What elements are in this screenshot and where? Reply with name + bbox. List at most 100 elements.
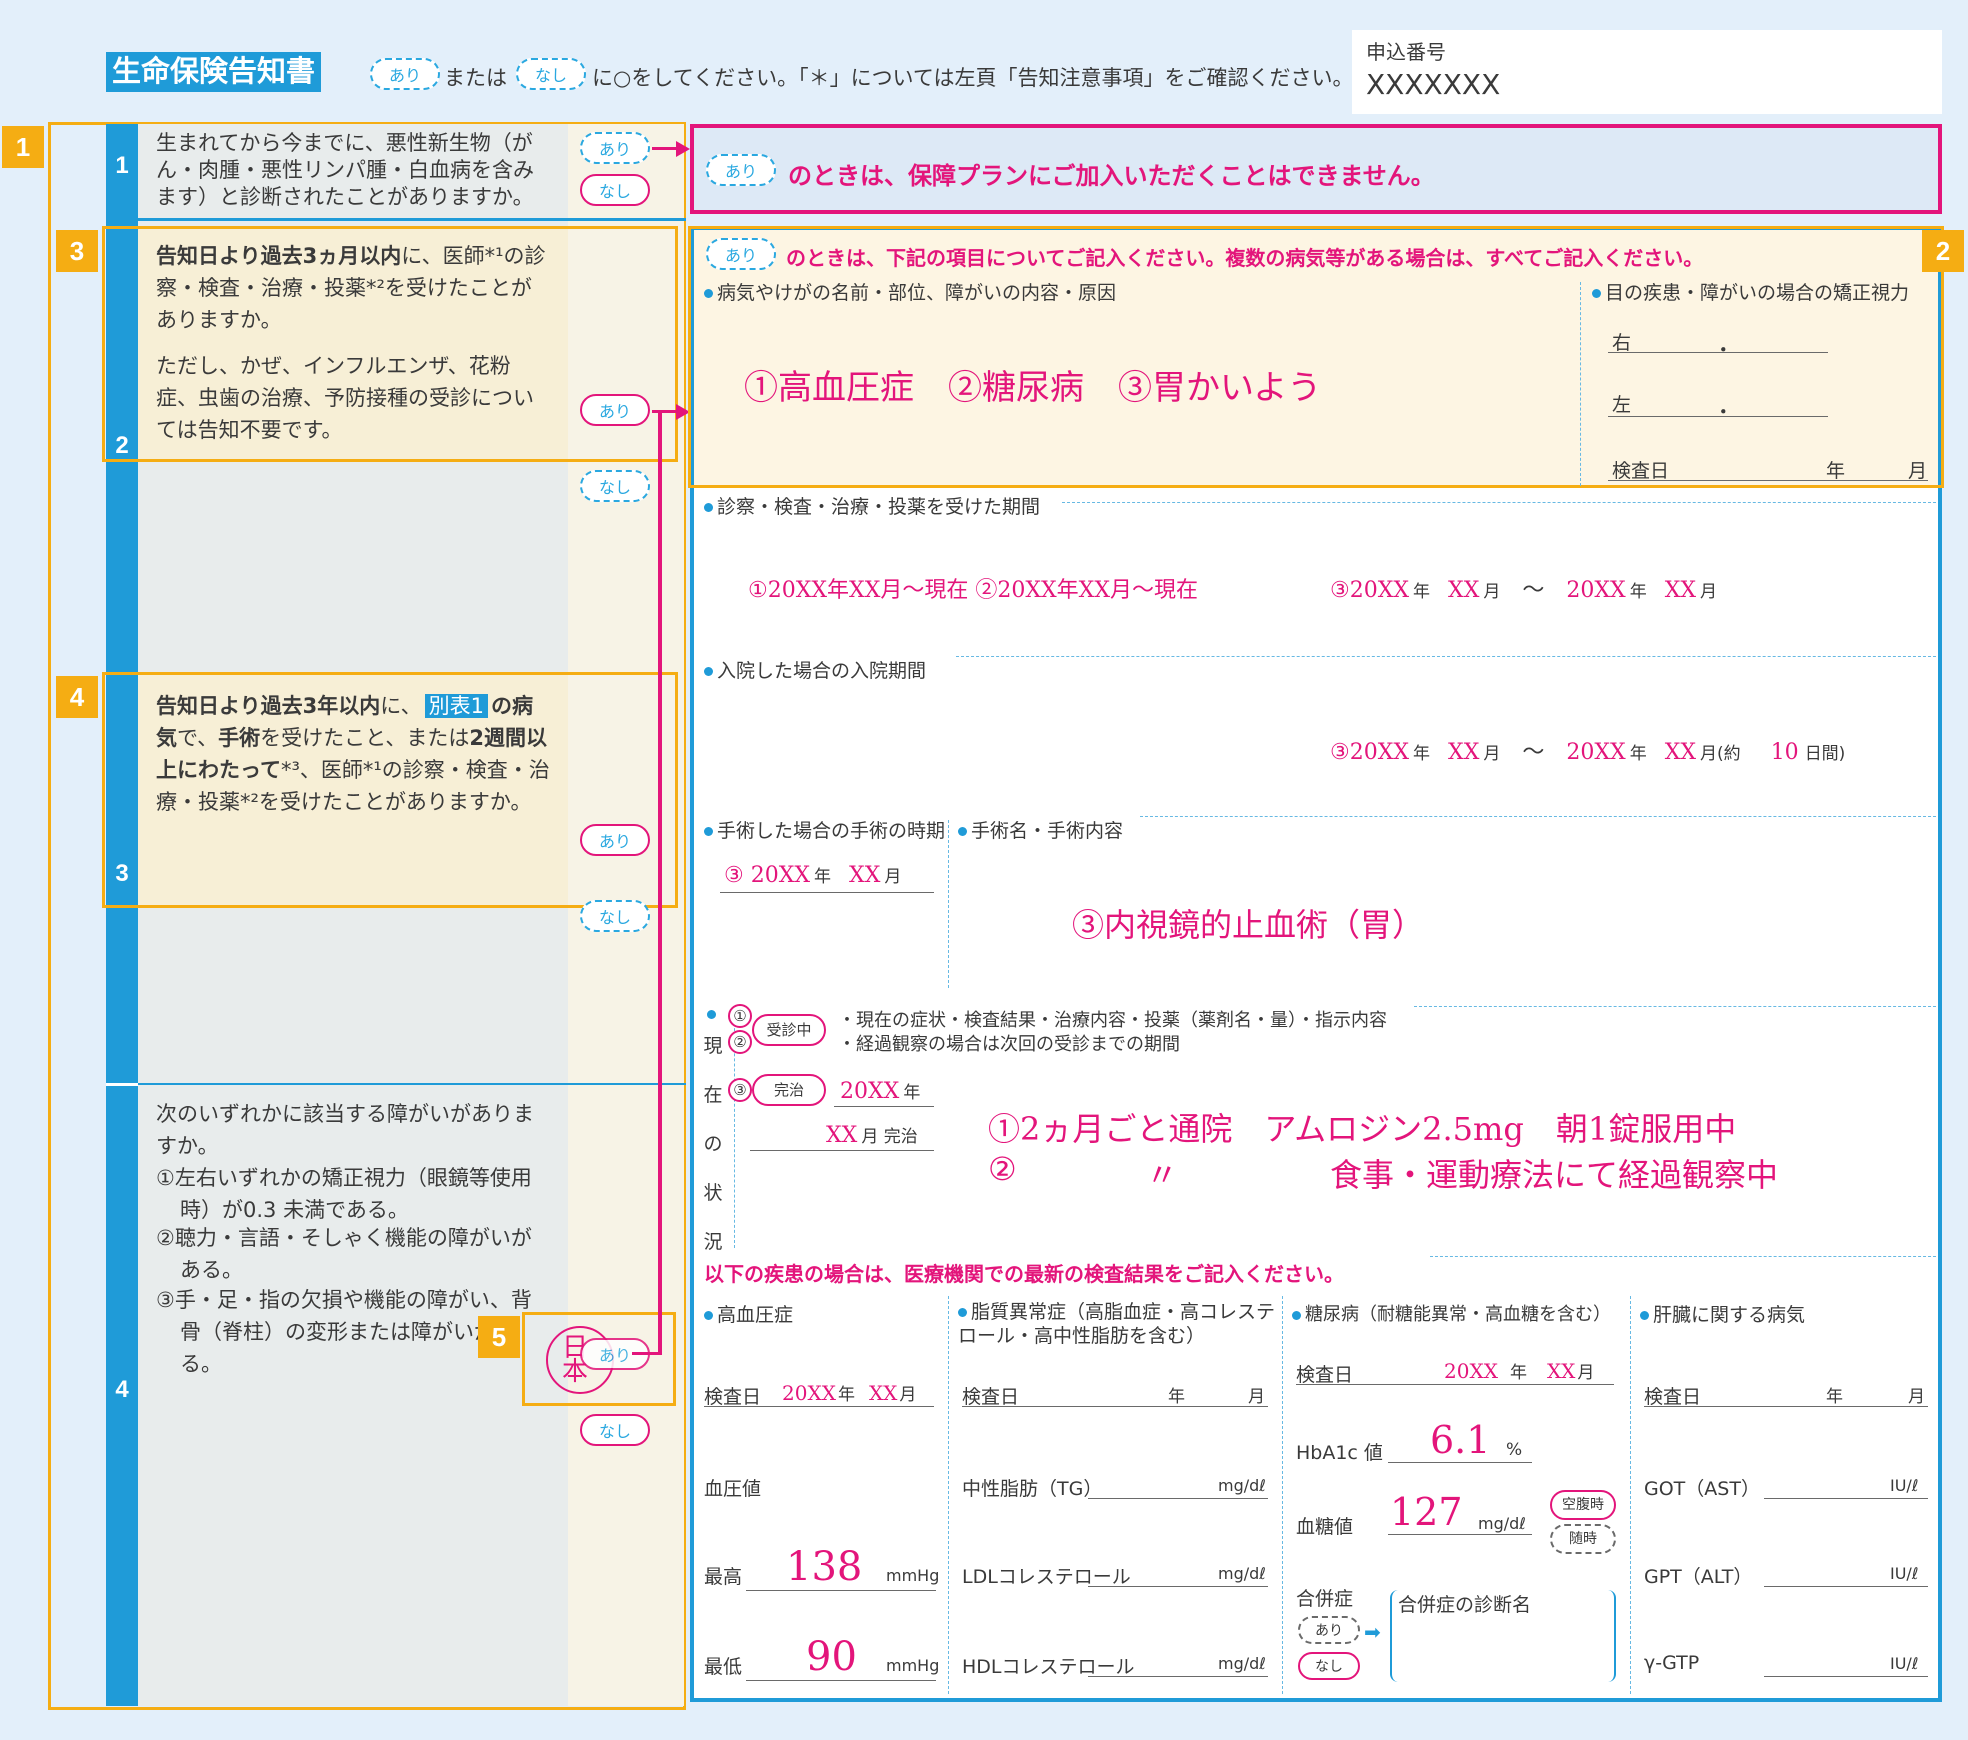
surgery-when-value[interactable]: ③ 20XX 年 XX 月: [724, 862, 901, 888]
period-3-end-month: XX: [1664, 578, 1697, 603]
question-4-line: ②聴力・言語・そしゃく機能の障がいがある。: [156, 1226, 532, 1282]
current-vertical-label: 現 在 の 状 況: [702, 1022, 724, 1267]
vision-exam-date-field[interactable]: [1608, 480, 1928, 481]
dm-exam-value[interactable]: 20XX 年 XX 月: [1444, 1358, 1594, 1383]
badge-1: 1: [2, 126, 44, 168]
arrow-line: [652, 147, 678, 150]
surgery-when-field: [720, 892, 934, 893]
year-label: 年: [1826, 1387, 1843, 1407]
legend-ari-pill: あり: [370, 58, 440, 90]
lipid-exam-field[interactable]: [962, 1406, 1268, 1407]
divider: [948, 1296, 949, 1694]
got-label: GOT（AST）: [1644, 1478, 1760, 1500]
fasting-option[interactable]: 空腹時: [1550, 1490, 1616, 1520]
badge-3: 3: [56, 230, 98, 272]
current-detail-2-text[interactable]: 食事・運動療法にて経過観察中: [1330, 1150, 1778, 1196]
period-value-1-2[interactable]: ①20XX年XX月～現在 ②20XX年XX月～現在: [748, 572, 1198, 604]
hbp-exam-value[interactable]: 20XX 年 XX 月: [782, 1380, 916, 1405]
r1-message: のときは、保障プランにご加入いただくことはできません。: [788, 162, 1435, 190]
iul-unit: IU/ℓ: [1890, 1654, 1919, 1673]
current-note-1: ・現在の症状・検査結果・治療内容・投薬（薬剤名・量）・指示内容: [838, 1010, 1387, 1031]
year-label: 年: [1413, 582, 1431, 602]
ldl-field[interactable]: [1088, 1586, 1268, 1587]
year-label: 年: [1629, 744, 1647, 764]
cured-option[interactable]: 完治: [752, 1074, 826, 1106]
glucose-value[interactable]: 127: [1390, 1490, 1463, 1534]
disease-label-text: 病気やけがの名前・部位、障がいの内容・原因: [717, 282, 1117, 304]
complication-nashi-option[interactable]: なし: [1298, 1652, 1360, 1680]
cured-year-value[interactable]: 20XX 年: [840, 1078, 920, 1104]
gpt-field[interactable]: [1764, 1586, 1928, 1587]
random-option[interactable]: 随時: [1550, 1524, 1616, 1554]
bp-low-value[interactable]: 90: [806, 1634, 857, 1680]
q3-nashi-option[interactable]: なし: [580, 900, 650, 932]
bp-high-field: [746, 1590, 936, 1591]
glucose-field: [1388, 1534, 1532, 1535]
liver-exam-field[interactable]: [1644, 1406, 1928, 1407]
hba1c-field: [1388, 1462, 1532, 1463]
current-detail-1[interactable]: ①2ヵ月ごと通院 アムロジン2.5mg 朝1錠服用中: [988, 1104, 1736, 1150]
tests-heading: 以下の疾患の場合は、医療機関での最新の検査結果をご記入ください。: [704, 1262, 1344, 1286]
surgery-name-value[interactable]: ③内視鏡的止血術（胃）: [1072, 900, 1424, 946]
application-number-value: XXXXXXX: [1366, 68, 1501, 101]
current-3-mark[interactable]: ③: [728, 1078, 752, 1102]
current-2-mark[interactable]: ②: [728, 1030, 752, 1054]
vision-right-field[interactable]: [1608, 352, 1828, 353]
question-number-2: 2: [115, 432, 129, 459]
hba1c-value[interactable]: 6.1: [1430, 1418, 1490, 1462]
badge-2: 2: [1922, 230, 1964, 272]
month-label: 月: [1908, 460, 1928, 482]
cured-year: 20XX: [840, 1079, 900, 1104]
hdl-field[interactable]: [1088, 1676, 1268, 1677]
bp-high-value[interactable]: 138: [786, 1544, 862, 1590]
bp-high-label: 最高: [704, 1566, 743, 1588]
dm-exam-field: [1296, 1384, 1614, 1385]
month-label: 月: [1483, 744, 1501, 764]
q1-ari-option[interactable]: あり: [580, 132, 650, 164]
current-detail-2-ditto: 〃: [1146, 1156, 1179, 1194]
surgery-name-label-text: 手術名・手術内容: [971, 820, 1124, 842]
mgdl-unit: mg/dℓ: [1218, 1476, 1266, 1495]
year-label: 年: [1413, 744, 1431, 764]
got-field[interactable]: [1764, 1498, 1928, 1499]
liver-label-text: 肝臓に関する病気: [1653, 1304, 1806, 1326]
cured-month-value[interactable]: XX 月 完治: [826, 1122, 918, 1148]
divider: [106, 1083, 138, 1086]
arrow-line: [658, 410, 662, 1354]
current-dot: [707, 1010, 716, 1019]
current-1-mark[interactable]: ①: [728, 1004, 752, 1028]
complication-ari-option[interactable]: あり: [1298, 1616, 1360, 1644]
q3-ari-option[interactable]: あり: [580, 824, 650, 856]
bp-low-field: [746, 1680, 936, 1681]
period-value-3[interactable]: ③20XX 年 XX 月～ 20XX 年 XX 月: [1330, 572, 1717, 604]
liver-exam-label: 検査日: [1644, 1386, 1702, 1408]
hospitalization-value[interactable]: ③20XX 年 XX 月～ 20XX 年 XX 月(約 10 日間): [1330, 734, 1845, 766]
q4-nashi-option[interactable]: なし: [580, 1414, 650, 1446]
surgery-name-label: 手術名・手術内容: [958, 816, 1123, 843]
bp-low-label: 最低: [704, 1656, 743, 1678]
current-char: の: [703, 1133, 723, 1155]
mgdl-unit: mg/dℓ: [1218, 1564, 1266, 1583]
vision-left-field[interactable]: [1608, 416, 1828, 417]
liver-label: 肝臓に関する病気: [1640, 1300, 1805, 1327]
days-label: 日間): [1804, 744, 1846, 764]
q1-nashi-option[interactable]: なし: [580, 174, 650, 206]
disease-value[interactable]: ①高血圧症 ②糖尿病 ③胃かいよう: [744, 360, 1321, 409]
q2-nashi-option[interactable]: なし: [580, 470, 650, 502]
period-3-start-month: XX: [1448, 578, 1480, 603]
month-label: 月: [899, 1385, 917, 1405]
month-approx-label: 月(約: [1700, 744, 1741, 764]
dm-exam-label: 検査日: [1296, 1364, 1354, 1386]
under-treatment-option[interactable]: 受診中: [752, 1014, 826, 1046]
hosp-end-month: XX: [1664, 740, 1697, 765]
hbp-month: XX: [868, 1381, 898, 1405]
vision-label: 目の疾患・障がいの場合の矯正視力: [1592, 278, 1909, 305]
divider: [948, 820, 949, 988]
range-separator: ～: [1522, 740, 1545, 765]
q2-ari-option[interactable]: あり: [580, 394, 650, 426]
table-1-tag[interactable]: 別表1: [424, 694, 488, 718]
current-char: 在: [703, 1084, 723, 1106]
divider: [1062, 502, 1936, 503]
tg-field[interactable]: [1088, 1498, 1268, 1499]
ggt-field[interactable]: [1764, 1676, 1928, 1677]
